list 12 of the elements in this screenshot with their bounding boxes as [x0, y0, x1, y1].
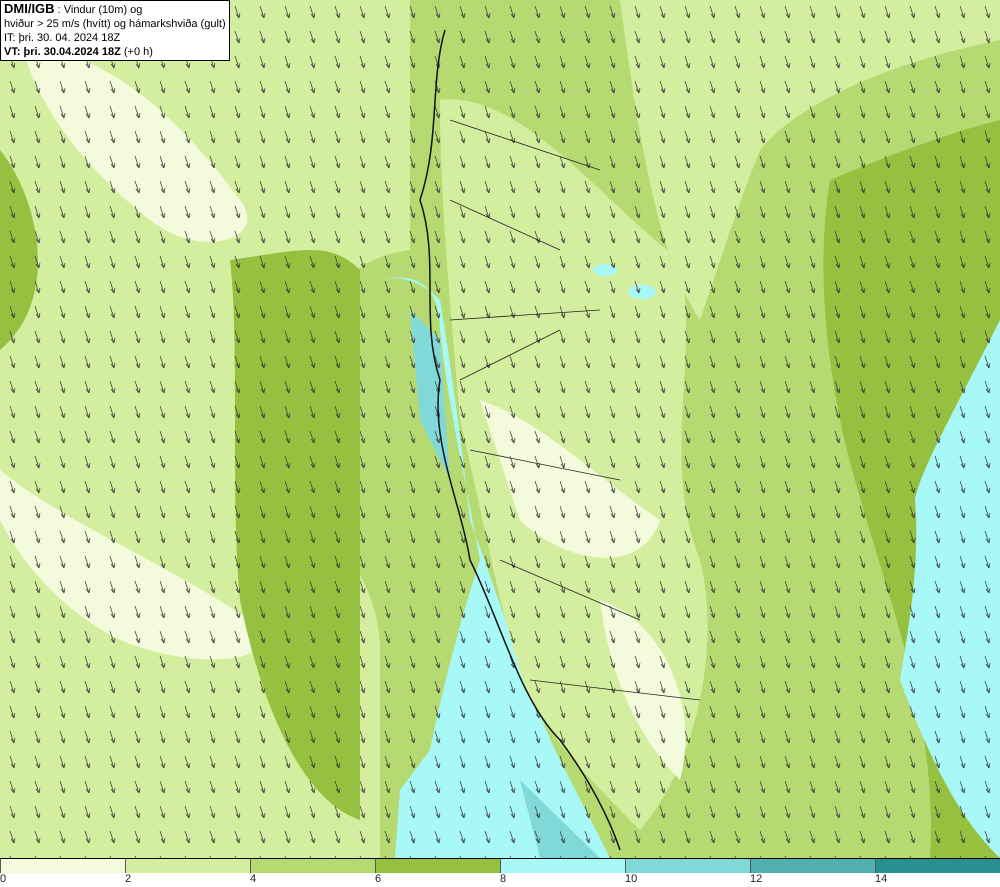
scale-tick-label: 6 [375, 873, 382, 885]
scale-tick-label: 12 [750, 873, 762, 885]
title-line: DMI/IGB : Vindur (10m) og [4, 2, 144, 17]
scale-tick-label: 8 [500, 873, 506, 885]
title-line: hviður > 25 m/s (hvítt) og hámarkshviða (gult) [4, 17, 226, 31]
scale-tick-label: 2 [125, 873, 132, 885]
scale-tick-label: 14 [875, 873, 888, 885]
scale-tick-label: 0 [0, 873, 6, 885]
title-line: IT: þri. 30. 04. 2024 18Z [4, 31, 122, 45]
scale-tick-label: 4 [250, 873, 256, 885]
title-line: VT: þri. 30.04.2024 18Z (+0 h) [4, 45, 154, 59]
scale-tick-label: 10 [625, 873, 638, 885]
